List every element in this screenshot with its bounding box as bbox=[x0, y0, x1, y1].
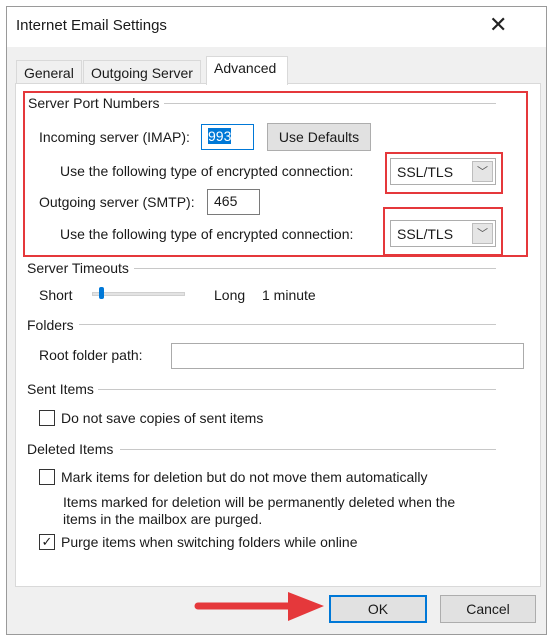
incoming-port-input[interactable]: 993 bbox=[201, 124, 254, 150]
red-arrow-annotation bbox=[194, 592, 324, 621]
outgoing-server-label: Outgoing server (SMTP): bbox=[39, 194, 195, 210]
purge-checkbox[interactable]: ✓ bbox=[39, 534, 55, 550]
close-icon[interactable]: ✕ bbox=[489, 12, 507, 38]
mark-deletion-label: Mark items for deletion but do not move … bbox=[61, 469, 428, 485]
mark-deletion-checkbox[interactable] bbox=[39, 469, 55, 485]
title-bar: Internet Email Settings ✕ bbox=[7, 7, 546, 47]
tab-outgoing-server[interactable]: Outgoing Server bbox=[83, 60, 201, 84]
chevron-down-icon: ﹀ bbox=[472, 223, 493, 244]
timeout-slider-thumb[interactable] bbox=[99, 287, 105, 299]
group-server-port-numbers: Server Port Numbers bbox=[28, 95, 160, 111]
timeout-value: 1 minute bbox=[262, 287, 316, 303]
incoming-encryption-select[interactable]: SSL/TLS ﹀ bbox=[390, 158, 496, 185]
use-defaults-button[interactable]: Use Defaults bbox=[267, 123, 371, 151]
checkmark-icon: ✓ bbox=[41, 534, 53, 549]
group-sent-items: Sent Items bbox=[27, 381, 94, 397]
group-deleted-items: Deleted Items bbox=[27, 441, 114, 457]
outgoing-port-input[interactable]: 465 bbox=[207, 189, 260, 215]
group-server-timeouts: Server Timeouts bbox=[27, 260, 129, 276]
root-folder-input[interactable] bbox=[171, 343, 524, 369]
no-copies-checkbox[interactable] bbox=[39, 410, 55, 426]
incoming-encryption-label: Use the following type of encrypted conn… bbox=[60, 163, 354, 179]
outgoing-encryption-label: Use the following type of encrypted conn… bbox=[60, 226, 354, 242]
deletion-note-line2: items in the mailbox are purged. bbox=[63, 511, 263, 527]
no-copies-label: Do not save copies of sent items bbox=[61, 410, 264, 426]
tab-general[interactable]: General bbox=[16, 60, 82, 84]
group-folders: Folders bbox=[27, 317, 74, 333]
outgoing-encryption-select[interactable]: SSL/TLS ﹀ bbox=[390, 220, 496, 247]
incoming-server-label: Incoming server (IMAP): bbox=[39, 129, 190, 145]
purge-label: Purge items when switching folders while… bbox=[61, 534, 358, 550]
ok-button[interactable]: OK bbox=[329, 595, 427, 623]
root-folder-label: Root folder path: bbox=[39, 347, 143, 363]
short-label: Short bbox=[39, 287, 73, 303]
cancel-button[interactable]: Cancel bbox=[440, 595, 536, 623]
chevron-down-icon: ﹀ bbox=[472, 161, 493, 182]
dialog-title: Internet Email Settings bbox=[16, 17, 167, 34]
tab-advanced[interactable]: Advanced bbox=[206, 56, 288, 85]
deletion-note-line1: Items marked for deletion will be perman… bbox=[63, 494, 456, 510]
long-label: Long bbox=[214, 287, 246, 303]
timeout-slider-track[interactable] bbox=[92, 292, 185, 296]
